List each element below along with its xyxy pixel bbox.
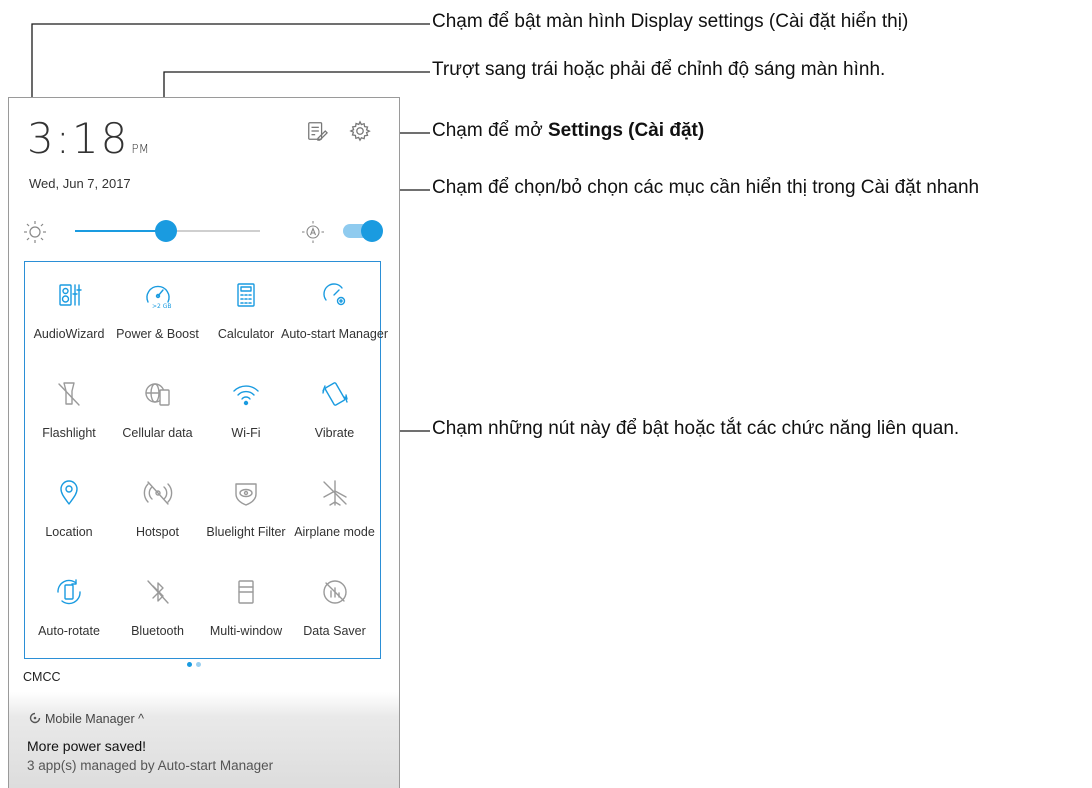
- tile-label: Airplane mode: [294, 525, 375, 539]
- tile-multi-window[interactable]: Multi-window: [202, 559, 290, 658]
- tile-label: Auto-start Manager: [281, 327, 388, 341]
- tile-auto-start[interactable]: Auto-start Manager: [281, 262, 388, 361]
- bluelight-filter-icon: [235, 483, 257, 506]
- hotspot-icon: [143, 481, 172, 505]
- notification-app: Mobile Manager ^: [29, 712, 144, 726]
- auto-start-icon: [322, 283, 345, 306]
- flashlight-icon: [58, 382, 80, 406]
- auto-rotate-icon: [57, 579, 81, 605]
- auto-brightness-icon[interactable]: [301, 220, 325, 244]
- brightness-slider[interactable]: [75, 220, 260, 242]
- callout-display-settings: Chạm để bật màn hình Display settings (C…: [432, 11, 909, 32]
- wifi-icon: [233, 385, 259, 406]
- cellular-data-icon: [144, 383, 170, 406]
- notification-title: More power saved!: [27, 738, 147, 754]
- tile-audiowizard[interactable]: AudioWizard: [25, 262, 113, 361]
- callout-brightness: Trượt sang trái hoặc phải để chỉnh độ sá…: [432, 59, 886, 80]
- tile-label: Data Saver: [303, 624, 366, 638]
- notification-body: 3 app(s) managed by Auto-start Manager: [27, 758, 274, 773]
- settings-gear-icon[interactable]: [349, 120, 371, 142]
- tile-flashlight[interactable]: Flashlight: [25, 361, 113, 460]
- tile-wifi[interactable]: Wi-Fi: [202, 361, 290, 460]
- tile-bluetooth[interactable]: Bluetooth: [114, 559, 202, 658]
- chevron-up-icon[interactable]: ^: [138, 712, 144, 726]
- auto-brightness-toggle[interactable]: [343, 220, 383, 242]
- calculator-icon: [237, 283, 255, 307]
- brightness-slider-handle[interactable]: [154, 220, 177, 242]
- tile-cellular-data[interactable]: Cellular data: [114, 361, 202, 460]
- location-icon: [60, 480, 78, 505]
- vibrate-icon: [321, 382, 348, 406]
- carrier-label: CMCC: [23, 670, 61, 684]
- data-saver-icon: [322, 580, 347, 604]
- callout-toggles: Chạm những nút này để bật hoặc tắt các c…: [432, 418, 960, 439]
- bluetooth-icon: [146, 580, 169, 604]
- edit-quick-settings-icon[interactable]: [306, 120, 328, 142]
- quick-settings-panel: 3:18 PM Wed, Jun 7, 2017 AudioWizard >2 …: [8, 97, 400, 788]
- page-indicator: [187, 654, 205, 672]
- tile-airplane[interactable]: Airplane mode: [291, 460, 379, 559]
- power-boost-icon: >2 GB: [145, 285, 172, 310]
- tile-power-boost[interactable]: >2 GB Power & Boost: [114, 262, 202, 361]
- tile-vibrate[interactable]: Vibrate: [291, 361, 379, 460]
- airplane-icon: [322, 480, 347, 506]
- tile-hotspot[interactable]: Hotspot: [114, 460, 202, 559]
- multi-window-icon: [238, 580, 254, 604]
- tile-label: Vibrate: [314, 426, 355, 440]
- brightness-row: [9, 220, 399, 244]
- tile-auto-rotate[interactable]: Auto-rotate: [25, 559, 113, 658]
- tile-calculator[interactable]: Calculator: [202, 262, 290, 361]
- mobile-manager-icon: [29, 712, 41, 724]
- clock: 3:18 PM: [27, 114, 149, 163]
- svg-text:>2 GB: >2 GB: [152, 303, 172, 310]
- date: Wed, Jun 7, 2017: [29, 176, 131, 191]
- callout-quick-settings: Chạm để chọn/bỏ chọn các mục cần hiển th…: [432, 177, 980, 198]
- tile-bluelight-filter[interactable]: Bluelight Filter: [202, 460, 290, 559]
- brightness-sun-icon[interactable]: [23, 220, 47, 244]
- tile-location[interactable]: Location: [25, 460, 113, 559]
- callout-settings: Chạm để mở Settings (Cài đặt): [432, 120, 705, 141]
- tile-data-saver[interactable]: Data Saver: [291, 559, 379, 658]
- audiowizard-icon: [59, 284, 82, 306]
- notification-card[interactable]: Mobile Manager ^ More power saved! 3 app…: [9, 692, 399, 788]
- quick-settings-grid: AudioWizard >2 GB Power & Boost Calculator A…: [24, 261, 388, 659]
